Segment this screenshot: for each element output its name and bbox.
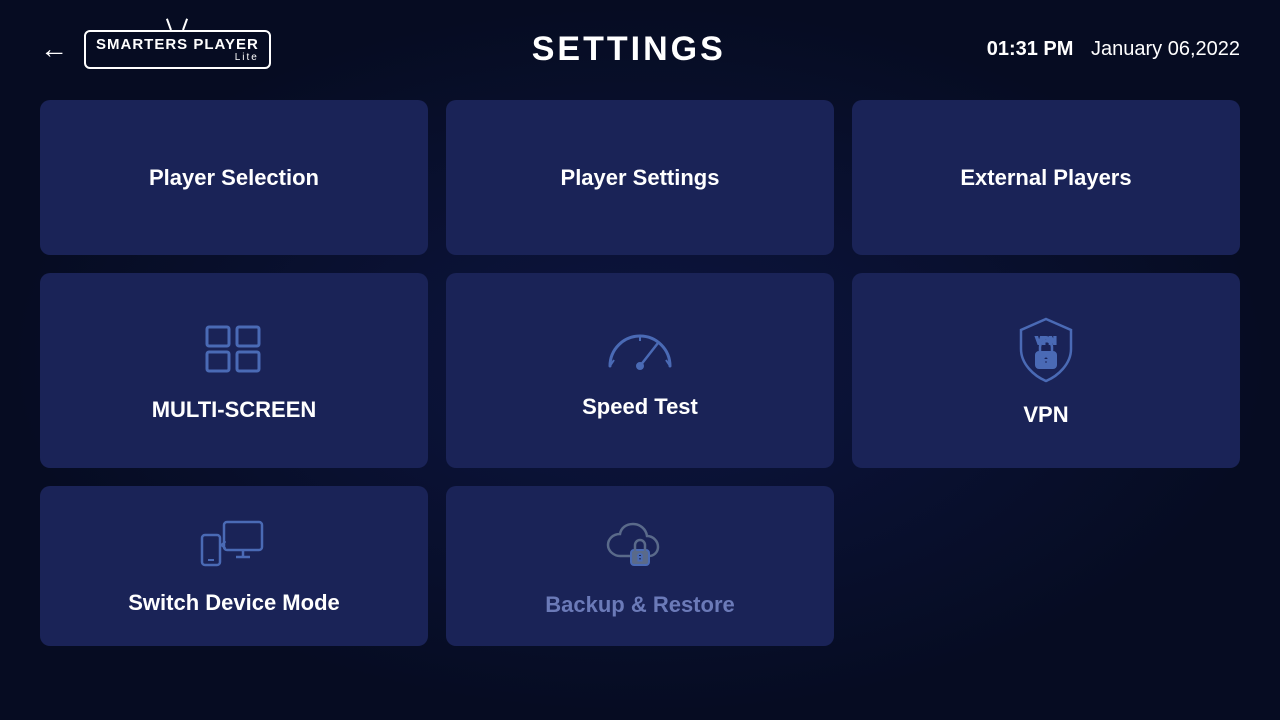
multiscreen-icon bbox=[199, 319, 269, 379]
switchdevice-icon bbox=[194, 517, 274, 572]
player-settings-label: Player Settings bbox=[551, 165, 730, 191]
speed-test-label: Speed Test bbox=[572, 394, 708, 420]
vpn-icon: VPN bbox=[1011, 314, 1081, 384]
logo: SMARTERS PLAYER Lite bbox=[84, 30, 271, 69]
backup-restore-tile[interactable]: Backup & Restore bbox=[446, 486, 834, 646]
logo-lite: Lite bbox=[235, 52, 259, 63]
backup-icon bbox=[600, 514, 680, 574]
switch-device-mode-tile[interactable]: Switch Device Mode bbox=[40, 486, 428, 646]
player-settings-tile[interactable]: Player Settings bbox=[446, 100, 834, 255]
settings-grid: Player Selection Player Settings Externa… bbox=[0, 90, 1280, 656]
vpn-label: VPN bbox=[1013, 402, 1078, 428]
player-selection-label: Player Selection bbox=[139, 165, 329, 191]
current-time: 01:31 PM bbox=[987, 38, 1074, 60]
antenna-right bbox=[182, 18, 188, 30]
player-selection-tile[interactable]: Player Selection bbox=[40, 100, 428, 255]
header: ← SMARTERS PLAYER Lite SETTINGS 01:31 PM… bbox=[0, 0, 1280, 90]
multi-screen-tile[interactable]: MULTI-SCREEN bbox=[40, 273, 428, 468]
header-left: ← SMARTERS PLAYER Lite bbox=[40, 30, 271, 69]
page-title: SETTINGS bbox=[271, 30, 987, 69]
current-date: January 06,2022 bbox=[1091, 38, 1240, 60]
antenna-left bbox=[166, 18, 172, 30]
vpn-tile[interactable]: VPN VPN bbox=[852, 273, 1240, 468]
speed-test-tile[interactable]: Speed Test bbox=[446, 273, 834, 468]
external-players-label: External Players bbox=[950, 165, 1141, 191]
backup-restore-label: Backup & Restore bbox=[535, 592, 745, 618]
speedtest-icon bbox=[600, 321, 680, 376]
switch-device-mode-label: Switch Device Mode bbox=[118, 590, 350, 616]
datetime: 01:31 PM January 06,2022 bbox=[987, 38, 1240, 61]
multi-screen-label: MULTI-SCREEN bbox=[142, 397, 327, 423]
external-players-tile[interactable]: External Players bbox=[852, 100, 1240, 255]
back-button[interactable]: ← bbox=[40, 35, 68, 63]
